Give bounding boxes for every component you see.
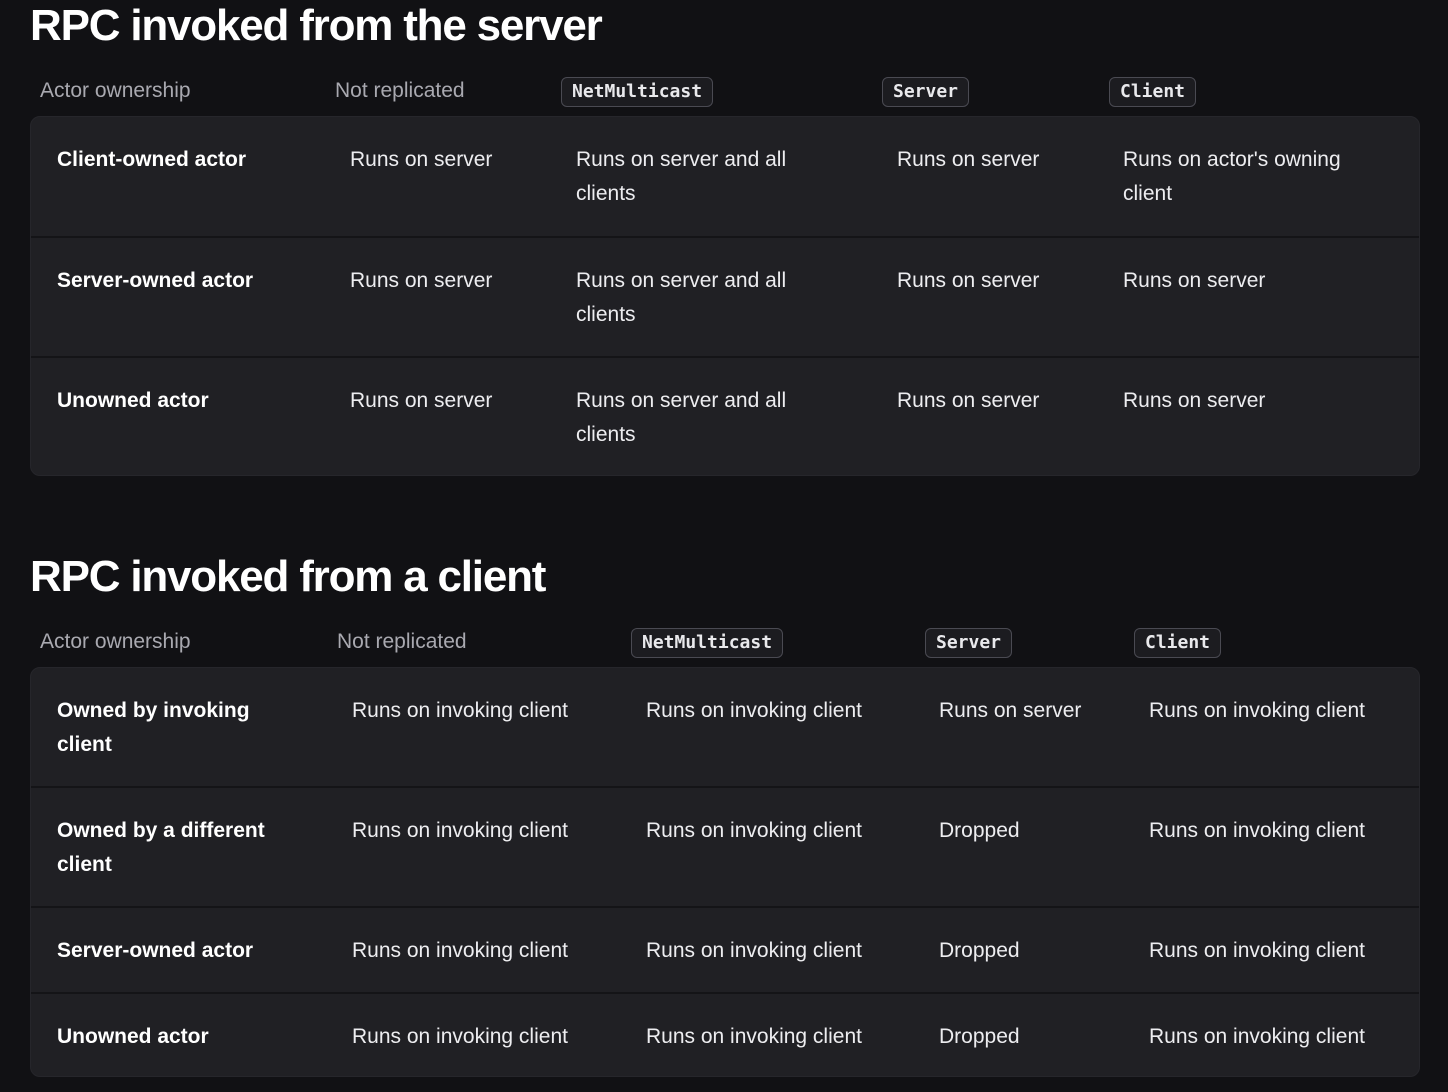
table-row: Owned by invoking client Runs on invokin… xyxy=(31,668,1419,788)
table-row: Server-owned actor Runs on server Runs o… xyxy=(31,238,1419,358)
client-rpc-section: RPC invoked from a client Actor ownershi… xyxy=(30,551,1420,1077)
cell-client: Runs on actor's owning client xyxy=(1123,148,1341,205)
table-header-row: Actor ownership Not replicated NetMultic… xyxy=(30,52,1420,116)
cell-not-replicated: Runs on invoking client xyxy=(352,819,568,842)
header-server: Server xyxy=(882,77,970,107)
table-row: Client-owned actor Runs on server Runs o… xyxy=(31,117,1419,238)
table-row: Owned by a different client Runs on invo… xyxy=(31,788,1419,908)
cell-server: Runs on server xyxy=(939,699,1082,722)
cell-client: Runs on invoking client xyxy=(1149,699,1365,722)
cell-server: Runs on server xyxy=(897,269,1040,292)
row-label: Client-owned actor xyxy=(57,148,247,171)
cell-client: Runs on invoking client xyxy=(1149,819,1365,842)
header-server: Server xyxy=(925,628,1013,658)
cell-netmulticast: Runs on invoking client xyxy=(646,939,862,962)
cell-server: Runs on server xyxy=(897,148,1040,171)
cell-server: Dropped xyxy=(939,1025,1020,1048)
cell-server: Runs on server xyxy=(897,389,1040,412)
section-title: RPC invoked from the server xyxy=(30,1,603,50)
cell-netmulticast: Runs on invoking client xyxy=(646,819,862,842)
cell-netmulticast: Runs on server and all clients xyxy=(576,389,787,446)
cell-not-replicated: Runs on server xyxy=(350,148,493,171)
server-rpc-section: RPC invoked from the server Actor owners… xyxy=(30,0,1420,476)
header-not-replicated: Not replicated xyxy=(337,630,467,653)
cell-netmulticast: Runs on invoking client xyxy=(646,699,862,722)
row-label: Server-owned actor xyxy=(57,939,254,962)
row-label: Owned by invoking client xyxy=(57,699,250,756)
section-title: RPC invoked from a client xyxy=(30,552,546,601)
table-row: Unowned actor Runs on server Runs on ser… xyxy=(31,358,1419,475)
cell-server: Dropped xyxy=(939,819,1020,842)
cell-not-replicated: Runs on invoking client xyxy=(352,939,568,962)
header-actor-ownership: Actor ownership xyxy=(40,630,191,653)
row-label: Unowned actor xyxy=(57,1025,209,1048)
cell-netmulticast: Runs on invoking client xyxy=(646,1025,862,1048)
cell-client: Runs on server xyxy=(1123,269,1266,292)
row-label: Owned by a different client xyxy=(57,819,265,876)
header-netmulticast: NetMulticast xyxy=(631,628,784,658)
table-header-row: Actor ownership Not replicated NetMultic… xyxy=(30,603,1420,667)
cell-not-replicated: Runs on server xyxy=(350,389,493,412)
cell-client: Runs on server xyxy=(1123,389,1266,412)
row-label: Unowned actor xyxy=(57,389,209,412)
table-row: Unowned actor Runs on invoking client Ru… xyxy=(31,994,1419,1076)
header-netmulticast: NetMulticast xyxy=(561,77,714,107)
cell-not-replicated: Runs on invoking client xyxy=(352,699,568,722)
header-not-replicated: Not replicated xyxy=(335,79,465,102)
row-label: Server-owned actor xyxy=(57,269,254,292)
cell-server: Dropped xyxy=(939,939,1020,962)
cell-client: Runs on invoking client xyxy=(1149,1025,1365,1048)
cell-not-replicated: Runs on server xyxy=(350,269,493,292)
client-rpc-table: Owned by invoking client Runs on invokin… xyxy=(30,667,1420,1077)
table-row: Server-owned actor Runs on invoking clie… xyxy=(31,908,1419,994)
header-actor-ownership: Actor ownership xyxy=(40,79,191,102)
cell-netmulticast: Runs on server and all clients xyxy=(576,148,787,205)
cell-not-replicated: Runs on invoking client xyxy=(352,1025,568,1048)
server-rpc-table: Client-owned actor Runs on server Runs o… xyxy=(30,116,1420,476)
cell-client: Runs on invoking client xyxy=(1149,939,1365,962)
cell-netmulticast: Runs on server and all clients xyxy=(576,269,787,326)
header-client: Client xyxy=(1134,628,1222,658)
header-client: Client xyxy=(1109,77,1197,107)
